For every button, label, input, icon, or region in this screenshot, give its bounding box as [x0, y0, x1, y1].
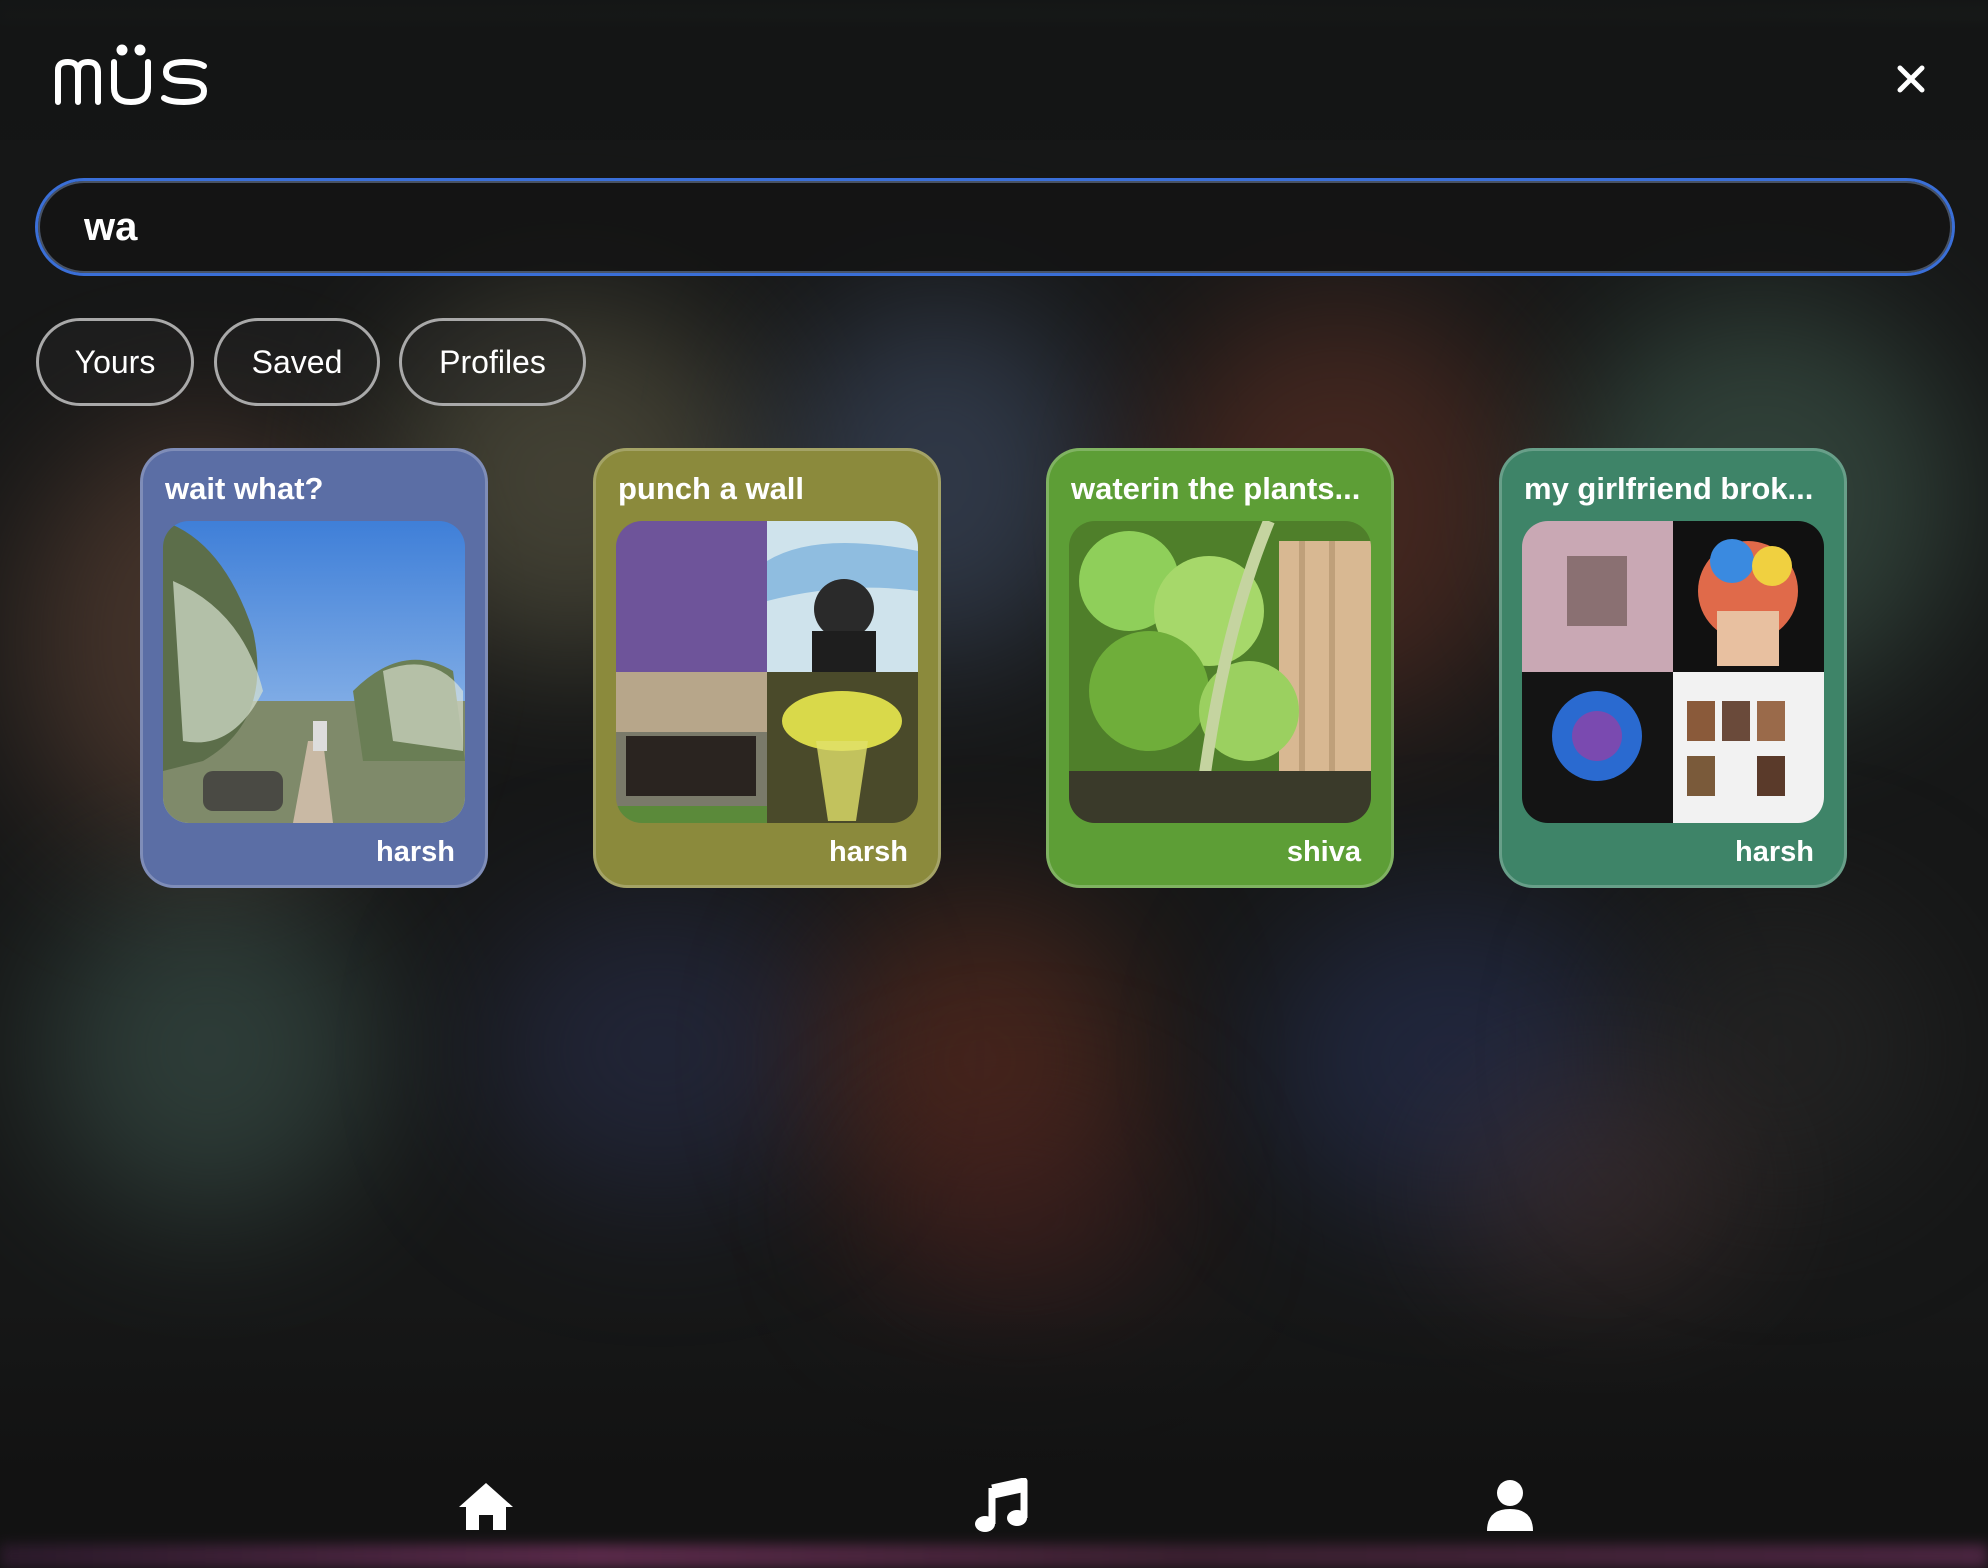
playlist-owner: harsh [376, 836, 455, 868]
playlist-owner: harsh [1735, 836, 1814, 868]
playlist-cover [163, 521, 465, 823]
playlist-title: my girlfriend brok... [1524, 471, 1814, 506]
playlist-owner: shiva [1286, 836, 1361, 868]
playlist-card[interactable]: wait what? harsh [140, 448, 488, 888]
filter-label: Saved [251, 343, 343, 380]
search-bar [35, 178, 1955, 276]
profile-icon [1487, 1480, 1533, 1531]
playlist-cover [616, 521, 918, 823]
playlist-title: waterin the plants... [1071, 471, 1361, 506]
filter-label: Profiles [439, 343, 546, 380]
close-icon [1897, 65, 1925, 93]
filter-yours-button[interactable]: Yours [36, 318, 194, 406]
playlist-cover [1522, 521, 1824, 823]
nav-profile-button[interactable] [1478, 1476, 1542, 1536]
bottom-strip [0, 1544, 1988, 1568]
playlist-title: punch a wall [618, 471, 805, 506]
playlist-title: wait what? [165, 471, 324, 506]
filter-profiles-button[interactable]: Profiles [399, 318, 586, 406]
close-button[interactable] [1888, 56, 1934, 102]
nav-music-button[interactable] [969, 1476, 1033, 1536]
playlist-card[interactable]: my girlfriend brok... harsh [1499, 448, 1847, 888]
nav-home-button[interactable] [454, 1476, 518, 1536]
header-band [0, 0, 1988, 140]
playlist-card[interactable]: waterin the plants... shiva [1046, 448, 1394, 888]
playlist-cover [1069, 521, 1371, 823]
playlist-card[interactable]: punch a wall harsh [593, 448, 941, 888]
home-icon [459, 1483, 513, 1530]
app-logo [52, 44, 212, 106]
search-input[interactable] [38, 181, 1952, 273]
filter-saved-button[interactable]: Saved [214, 318, 380, 406]
music-note-icon [975, 1478, 1028, 1532]
filter-label: Yours [74, 343, 156, 380]
playlist-owner: harsh [829, 836, 908, 868]
